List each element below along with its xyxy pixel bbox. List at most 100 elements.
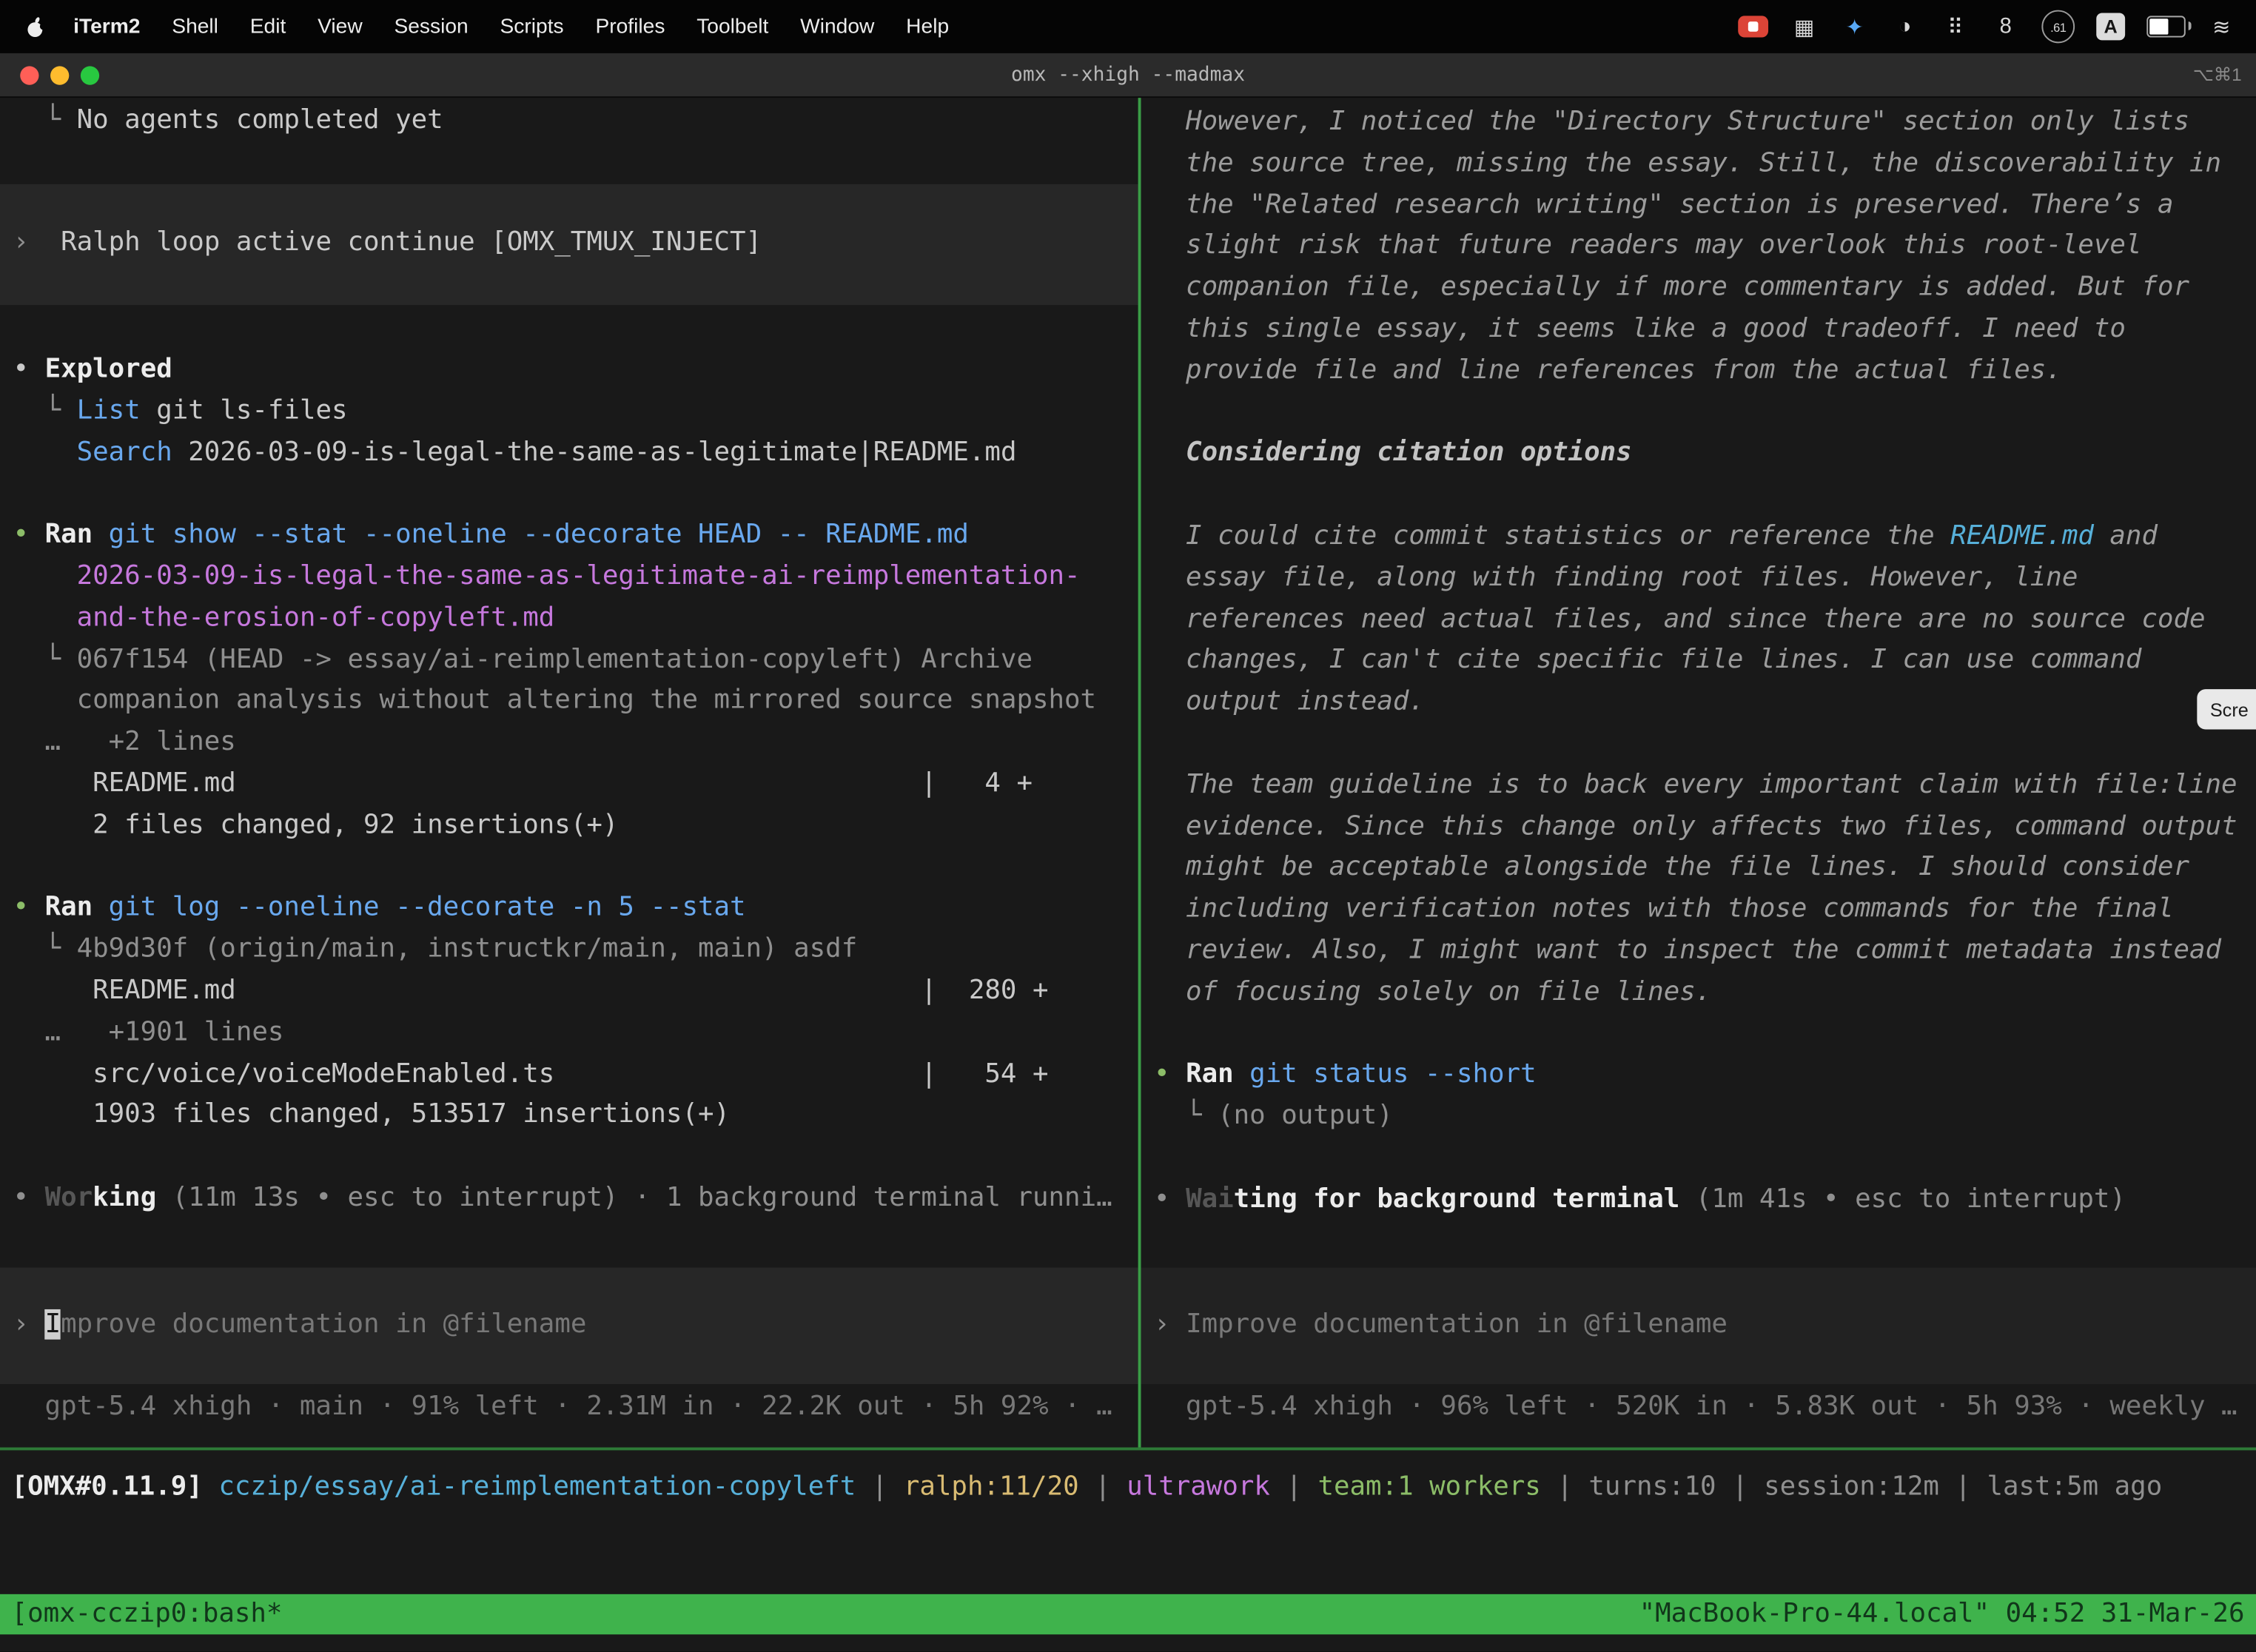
text-segment: • (1154, 1183, 1186, 1214)
text-segment: the "Related research writing" section i… (1154, 189, 2173, 220)
text-segment: evidence. Since this change only affects… (1154, 810, 2237, 841)
terminal-line: • Ran git log --oneline --decorate -n 5 … (13, 888, 1138, 930)
terminal-line: 2 files changed, 92 insertions(+) (13, 805, 1138, 847)
terminal-line (1154, 1138, 2256, 1179)
terminal-line: └ No agents completed yet (13, 101, 1138, 142)
text-segment: … +2 lines (13, 727, 235, 757)
terminal-line: Considering citation options (1154, 434, 2256, 475)
text-segment: Ran (45, 893, 93, 923)
text-segment: Ran (45, 520, 93, 550)
text-segment: git log --oneline --decorate -n 5 --stat (93, 893, 745, 923)
text-segment: • (1154, 1059, 1186, 1089)
terminal-line: src/voice/voiceModeEnabled.ts | 54 + (13, 1054, 1138, 1095)
input-source-icon[interactable]: A (2096, 13, 2125, 40)
text-segment: [OMX#0.11.9] (12, 1472, 219, 1502)
terminal-line (1154, 392, 2256, 434)
terminal-line: 1903 files changed, 513517 insertions(+) (13, 1095, 1138, 1137)
text-segment: changes, I can't cite specific file line… (1154, 645, 2141, 676)
text-segment: 2026-03-09-is-legal-the-same-as-legitima… (172, 437, 1017, 467)
menu-help[interactable]: Help (890, 15, 965, 38)
wifi-icon[interactable]: ≋ (2207, 11, 2236, 43)
text-segment: Wai (1186, 1183, 1234, 1214)
text-segment: No agents completed yet (77, 105, 443, 135)
terminal-line: • Explored (13, 349, 1138, 391)
terminal-line: of focusing solely on file lines. (1154, 973, 2256, 1014)
terminal-line: output instead. (1154, 682, 2256, 724)
agent-log-left: • Explored └ List git ls-files Search 20… (13, 349, 1138, 1220)
text-segment: gpt-5.4 xhigh · main · 91% left · 2.31M … (13, 1391, 1112, 1422)
menu-session[interactable]: Session (378, 15, 484, 38)
apple-logo-shape (24, 15, 47, 38)
text-segment: review. Also, I might want to inspect th… (1154, 935, 2221, 965)
window-grid-icon[interactable]: ▦ (1790, 11, 1819, 43)
text-segment: … +1901 lines (13, 1017, 283, 1047)
menu-window[interactable]: Window (785, 15, 890, 38)
terminal-line: … +2 lines (13, 722, 1138, 764)
terminal-line: … +1901 lines (13, 1013, 1138, 1054)
dark-app-icon[interactable]: ◑ (1890, 11, 1919, 43)
apple-menu-icon[interactable] (20, 11, 52, 43)
text-segment: Ralph loop active continue [OMX_TMUX_INJ… (61, 227, 762, 258)
terminal-area: └ No agents completed yet › Ralph loop a… (0, 98, 2256, 1651)
terminal-line: gpt-5.4 xhigh · main · 91% left · 2.31M … (13, 1387, 1138, 1428)
battery-percent-badge[interactable]: .61 (2041, 10, 2075, 44)
text-segment: | (1079, 1472, 1127, 1502)
text-segment: └ (13, 395, 76, 426)
text-segment: git ls-files (141, 395, 348, 426)
model-status-right: gpt-5.4 xhigh · 96% left · 520K in · 5.8… (1154, 1387, 2256, 1428)
text-segment: The team guideline is to back every impo… (1154, 770, 2237, 800)
menu-toolbelt[interactable]: Toolbelt (681, 15, 785, 38)
menu-profiles[interactable]: Profiles (580, 15, 681, 38)
window-title: omx --xhigh --madmax (0, 53, 2256, 96)
terminal-line (1154, 1014, 2256, 1055)
text-segment: essay file, along with finding root file… (1154, 563, 2078, 593)
menu-scripts[interactable]: Scripts (484, 15, 580, 38)
text-segment: src/voice/voiceModeEnabled.ts | 54 + (13, 1058, 1048, 1089)
text-segment: team:1 workers (1317, 1472, 1540, 1502)
prompt-input-left[interactable]: › Improve documentation in @filename (0, 1268, 1138, 1384)
menu-iterm2[interactable]: iTerm2 (58, 15, 156, 38)
terminal-line: review. Also, I might want to inspect th… (1154, 931, 2256, 973)
text-segment: • (13, 354, 44, 384)
prompt-input-right[interactable]: › Improve documentation in @filename (1141, 1268, 2256, 1384)
text-segment: mprove documentation in @filename (61, 1309, 586, 1340)
text-segment: Ran (1186, 1059, 1234, 1089)
menu-shell[interactable]: Shell (156, 15, 234, 38)
dots-grid-icon[interactable]: ⠿ (1941, 11, 1970, 43)
prompt-input-right-line: › Improve documentation in @filename (1154, 1305, 2256, 1346)
notification-popup[interactable]: Scre (2197, 689, 2256, 729)
terminal-line: README.md | 4 + (13, 764, 1138, 805)
terminal-line: slight risk that future readers may over… (1154, 226, 2256, 268)
tmux-pane-right[interactable]: However, I noticed the "Directory Struct… (1141, 98, 2256, 1447)
text-segment: provide file and line references from th… (1154, 355, 2062, 386)
text-segment: › (13, 1309, 44, 1340)
text-segment: of focusing solely on file lines. (1154, 976, 1711, 1007)
figure-8-icon[interactable]: 8 (1991, 11, 2020, 43)
terminal-line: might be acceptable alongside the file l… (1154, 848, 2256, 890)
menu-edit[interactable]: Edit (234, 15, 301, 38)
text-segment: I (45, 1309, 61, 1340)
text-segment: Wor (45, 1183, 93, 1213)
text-segment: I could cite commit statistics or refere… (1154, 521, 1950, 551)
terminal-line: • Waiting for background terminal (1m 41… (1154, 1179, 2256, 1220)
agent-log-right: However, I noticed the "Directory Struct… (1154, 102, 2256, 1220)
tmux-pane-left[interactable]: └ No agents completed yet › Ralph loop a… (0, 98, 1138, 1447)
menu-bar: iTerm2ShellEditViewSessionScriptsProfile… (0, 0, 2256, 53)
terminal-line: the "Related research writing" section i… (1154, 185, 2256, 226)
screen-recording-indicator[interactable] (1738, 16, 1768, 37)
terminal-line: references need actual files, and since … (1154, 600, 2256, 641)
blue-app-icon[interactable]: ✦ (1840, 11, 1869, 43)
battery-icon[interactable] (2146, 16, 2185, 37)
text-segment: › (1154, 1309, 1186, 1340)
menu-view[interactable]: View (302, 15, 378, 38)
terminal-line: The team guideline is to back every impo… (1154, 765, 2256, 807)
text-segment: • (13, 893, 44, 923)
text-segment: | turns:10 | session:12m | last:5m ago (1541, 1472, 2162, 1502)
text-segment: └ (13, 105, 76, 135)
text-segment: 2 files changed, 92 insertions(+) (13, 810, 618, 840)
text-segment: Explored (45, 354, 172, 384)
text-segment: • (13, 1183, 44, 1213)
pane-bottom-border (0, 1448, 2256, 1451)
text-segment: (1m 41s • esc to interrupt) (1679, 1183, 2126, 1214)
tmux-host-clock: "MacBook-Pro-44.local" 04:52 31-Mar-26 (1639, 1594, 2245, 1634)
